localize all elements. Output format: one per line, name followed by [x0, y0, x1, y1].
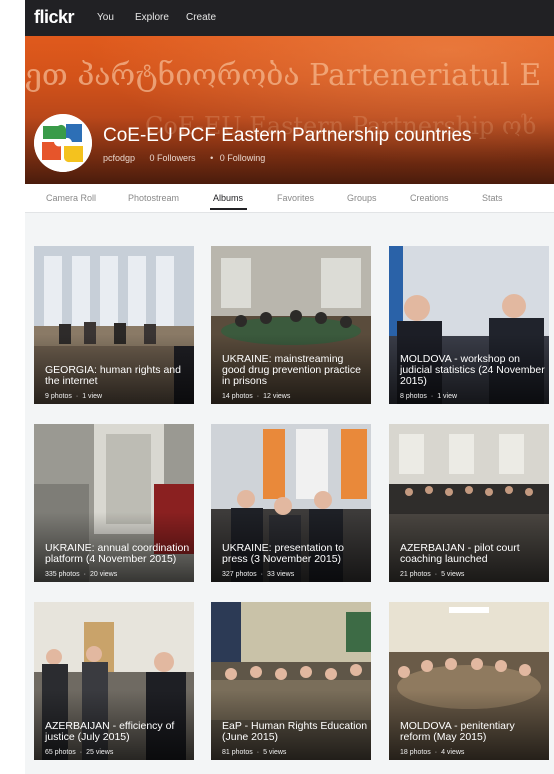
album-title: GEORGIA: human rights and the internet [45, 364, 181, 387]
album-meta: 81 photos · 5 views [222, 749, 286, 756]
banner-background-text: ეთ პარტნიორობა Parteneriatul E [25, 58, 542, 93]
album-card[interactable]: MOLDOVA - penitentiary reform (May 2015)… [389, 602, 549, 760]
album-card[interactable]: EaP - Human Rights Education (June 2015)… [211, 602, 371, 760]
followers-count[interactable]: 0 Followers [150, 153, 196, 163]
album-title: EaP - Human Rights Education (June 2015) [222, 720, 368, 743]
puzzle-logo-icon [34, 114, 92, 172]
tab-camera-roll[interactable]: Camera Roll [46, 193, 96, 203]
album-view-count: 12 views [263, 393, 291, 400]
meta-separator: · [434, 749, 438, 756]
flickr-page: flickr You Explore Create ეთ პარტნიორობა… [25, 0, 554, 774]
album-view-count: 1 view [82, 393, 103, 400]
avatar[interactable] [34, 114, 92, 172]
album-title: AZERBAIJAN - efficiency of justice (July… [45, 720, 175, 743]
tab-albums[interactable]: Albums [213, 193, 243, 203]
meta-separator: · [430, 393, 434, 400]
album-title: AZERBAIJAN - pilot court coaching launch… [400, 542, 520, 565]
album-view-count: 25 views [86, 749, 114, 756]
meta-separator: · [79, 749, 83, 756]
album-card[interactable]: GEORGIA: human rights and the internet 9… [34, 246, 194, 404]
album-photo-count: 14 photos [222, 393, 253, 400]
profile-username[interactable]: pcfodgp [103, 153, 135, 163]
album-view-count: 4 views [441, 749, 465, 756]
tab-groups[interactable]: Groups [347, 193, 377, 203]
album-view-count: 1 view [437, 393, 458, 400]
album-view-count: 20 views [90, 571, 118, 578]
profile-name: CoE-EU PCF Eastern Partnership countries [103, 125, 472, 146]
tab-favorites[interactable]: Favorites [277, 193, 314, 203]
meta-separator: · [256, 749, 260, 756]
meta-separator: · [256, 393, 260, 400]
active-tab-indicator [210, 208, 247, 210]
album-title: MOLDOVA - penitentiary reform (May 2015) [400, 720, 515, 743]
album-meta: 9 photos · 1 view [45, 393, 102, 400]
album-meta: 327 photos · 33 views [222, 571, 294, 578]
album-meta: 335 photos · 20 views [45, 571, 117, 578]
album-view-count: 5 views [263, 749, 287, 756]
following-count[interactable]: 0 Following [220, 153, 266, 163]
top-nav: flickr You Explore Create [25, 0, 554, 36]
meta-separator: · [434, 571, 438, 578]
album-meta: 8 photos · 1 view [400, 393, 457, 400]
album-meta: 65 photos · 25 views [45, 749, 113, 756]
album-meta: 18 photos · 4 views [400, 749, 464, 756]
dot-separator: • [210, 153, 214, 163]
album-photo-count: 9 photos [45, 393, 72, 400]
nav-you[interactable]: You [97, 12, 114, 23]
album-photo-count: 327 photos [222, 571, 257, 578]
meta-separator: · [75, 393, 79, 400]
profile-meta: pcfodgp 0 Followers • 0 Following [103, 153, 277, 163]
tab-stats[interactable]: Stats [482, 193, 503, 203]
album-card[interactable]: MOLDOVA - workshop on judicial statistic… [389, 246, 549, 404]
album-photo-count: 65 photos [45, 749, 76, 756]
album-photo-count: 81 photos [222, 749, 253, 756]
album-meta: 14 photos · 12 views [222, 393, 290, 400]
album-card[interactable]: AZERBAIJAN - efficiency of justice (July… [34, 602, 194, 760]
nav-explore[interactable]: Explore [135, 12, 169, 23]
album-card[interactable]: UKRAINE: presentation to press (3 Novemb… [211, 424, 371, 582]
album-photo-count: 18 photos [400, 749, 431, 756]
flickr-logo[interactable]: flickr [34, 7, 75, 28]
tab-creations[interactable]: Creations [410, 193, 449, 203]
meta-separator: · [260, 571, 263, 578]
album-title: MOLDOVA - workshop on judicial statistic… [400, 353, 545, 387]
album-view-count: 5 views [441, 571, 465, 578]
album-title: UKRAINE: annual coordination platform (4… [45, 542, 190, 565]
nav-create[interactable]: Create [186, 12, 216, 23]
album-card[interactable]: UKRAINE: annual coordination platform (4… [34, 424, 194, 582]
album-photo-count: 335 photos [45, 571, 80, 578]
profile-banner: ეთ პარტნიორობა Parteneriatul E CoE-EU Ea… [25, 36, 554, 184]
album-photo-count: 8 photos [400, 393, 427, 400]
meta-separator: · [83, 571, 86, 578]
album-card[interactable]: AZERBAIJAN - pilot court coaching launch… [389, 424, 549, 582]
album-view-count: 33 views [267, 571, 295, 578]
profile-tabs: Camera Roll Photostream Albums Favorites… [25, 184, 554, 213]
tab-photostream[interactable]: Photostream [128, 193, 179, 203]
album-photo-count: 21 photos [400, 571, 431, 578]
album-meta: 21 photos · 5 views [400, 571, 464, 578]
album-title: UKRAINE: mainstreaming good drug prevent… [222, 353, 361, 387]
album-card[interactable]: UKRAINE: mainstreaming good drug prevent… [211, 246, 371, 404]
album-title: UKRAINE: presentation to press (3 Novemb… [222, 542, 344, 565]
